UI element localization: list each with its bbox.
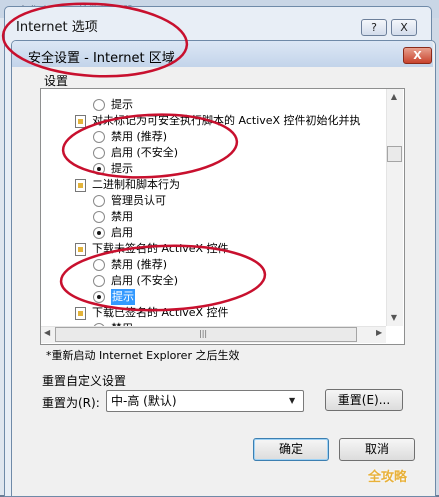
radio-unchecked-icon[interactable]	[93, 211, 105, 223]
settings-group-icon	[75, 115, 86, 128]
settings-option-label: 禁用 (推荐)	[111, 258, 168, 271]
radio-unchecked-icon[interactable]	[93, 147, 105, 159]
outer-close-button[interactable]: X	[391, 19, 417, 36]
ok-button[interactable]: 确定	[253, 438, 329, 461]
restart-note: *重新启动 Internet Explorer 之后生效	[46, 349, 240, 362]
settings-group-icon	[75, 243, 86, 256]
radio-unchecked-icon[interactable]	[93, 99, 105, 111]
radio-checked-icon[interactable]	[93, 291, 105, 303]
help-button[interactable]: ?	[361, 19, 387, 36]
settings-option-label: 禁用	[111, 210, 133, 223]
settings-option-label: 管理员认可	[111, 194, 166, 207]
radio-unchecked-icon[interactable]	[93, 259, 105, 271]
watermark-logo: 全攻略	[368, 470, 408, 485]
radio-checked-icon[interactable]	[93, 163, 105, 175]
scroll-right-arrow-icon[interactable]: ▶	[376, 328, 382, 337]
settings-group-label: 二进制和脚本行为	[92, 178, 180, 191]
radio-unchecked-icon[interactable]	[93, 131, 105, 143]
settings-group-icon	[75, 307, 86, 320]
settings-group-label: 下载已签名的 ActiveX 控件	[92, 306, 229, 319]
radio-checked-icon[interactable]	[93, 227, 105, 239]
internet-options-title: Internet 选项	[16, 20, 98, 35]
scroll-grip-icon: |||	[199, 329, 208, 338]
radio-unchecked-icon[interactable]	[93, 195, 105, 207]
settings-group-label: 下载未签名的 ActiveX 控件	[92, 242, 229, 255]
chevron-down-icon[interactable]: ▼	[289, 396, 295, 405]
settings-option-label: 提示	[111, 289, 135, 305]
settings-list[interactable]: 提示 对未标记为可安全执行脚本的 ActiveX 控件初始化并执 禁用 (推荐) 启用…	[40, 88, 405, 345]
settings-option-label: 启用 (不安全)	[111, 146, 179, 159]
dialog-close-button[interactable]: X	[403, 47, 432, 64]
settings-option-label: 启用 (不安全)	[111, 274, 179, 287]
scroll-up-arrow-icon[interactable]: ▲	[388, 92, 400, 104]
cancel-button[interactable]: 取消	[339, 438, 415, 461]
vertical-scrollbar[interactable]	[386, 89, 403, 326]
settings-option-label: 提示	[111, 162, 133, 175]
scroll-left-arrow-icon[interactable]: ◀	[44, 328, 50, 337]
reset-group-label: 重置自定义设置	[42, 374, 127, 388]
settings-option-label: 提示	[111, 98, 133, 111]
settings-group-icon	[75, 179, 86, 192]
settings-label: 设置	[44, 74, 69, 88]
vertical-scroll-thumb[interactable]	[387, 146, 402, 162]
radio-unchecked-icon[interactable]	[93, 275, 105, 287]
reset-level-select[interactable]: 中-高 (默认)	[106, 390, 304, 412]
settings-option-label: 禁用 (推荐)	[111, 130, 168, 143]
settings-group-label: 对未标记为可安全执行脚本的 ActiveX 控件初始化并执	[92, 114, 361, 127]
reset-button[interactable]: 重置(E)...	[325, 389, 403, 411]
settings-option-label: 启用	[111, 226, 133, 239]
dialog-title: 安全设置 - Internet 区域	[28, 51, 175, 66]
reset-to-label: 重置为(R):	[42, 396, 100, 410]
scroll-down-arrow-icon[interactable]: ▼	[388, 313, 400, 325]
